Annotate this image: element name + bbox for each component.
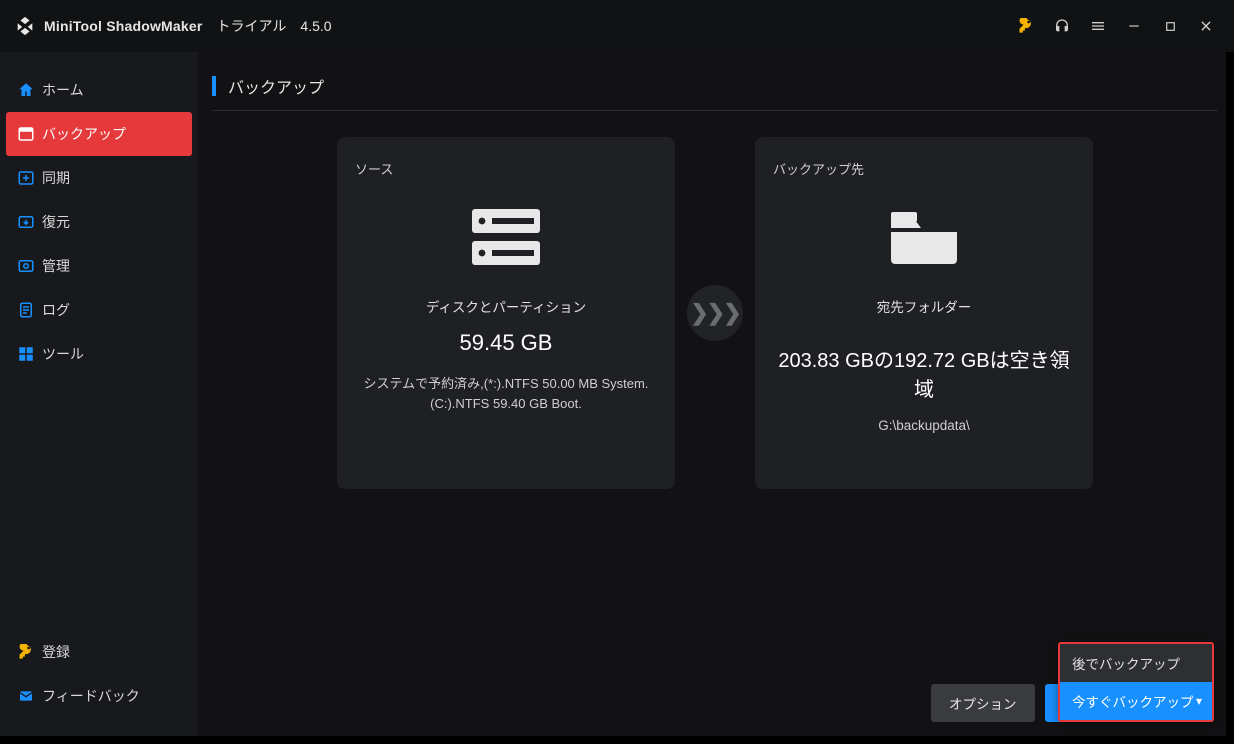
app-trial-label: トライアル [217, 16, 287, 36]
page-title: バックアップ [228, 74, 324, 98]
sidebar: ホーム バックアップ 同期 復元 管理 ログ ツール [0, 52, 198, 736]
sidebar-item-tools[interactable]: ツール [0, 332, 198, 376]
sync-icon [16, 169, 36, 187]
sidebar-item-label: ツール [42, 344, 84, 364]
sidebar-item-feedback[interactable]: フィードバック [0, 674, 198, 718]
app-icon [14, 15, 36, 37]
restore-icon [16, 213, 36, 231]
sidebar-item-label: フィードバック [42, 686, 140, 706]
arrow-icon: ❯❯❯ [687, 285, 743, 341]
titlebar: MiniTool ShadowMaker トライアル 4.5.0 [0, 0, 1234, 52]
sidebar-item-sync[interactable]: 同期 [0, 156, 198, 200]
close-icon[interactable] [1192, 12, 1220, 40]
destination-subtitle: 宛先フォルダー [773, 296, 1075, 316]
key-icon [16, 644, 36, 660]
minimize-icon[interactable] [1120, 12, 1148, 40]
destination-path: G:\backupdata\ [773, 418, 1075, 433]
key-icon[interactable] [1012, 12, 1040, 40]
home-icon [16, 81, 36, 99]
destination-space: 203.83 GBの192.72 GBは空き領域 [773, 344, 1075, 402]
source-size: 59.45 GB [355, 330, 657, 356]
source-card[interactable]: ソース ディスクとパーティション 59.45 GB システムで予約済み,(*:)… [337, 137, 675, 489]
app-title: MiniTool ShadowMaker [44, 18, 203, 34]
mail-icon [16, 688, 36, 704]
sidebar-item-label: 登録 [42, 642, 70, 662]
log-icon [16, 301, 36, 319]
sidebar-item-label: 復元 [42, 212, 70, 232]
app-logo: MiniTool ShadowMaker トライアル 4.5.0 [14, 15, 332, 37]
source-label: ソース [355, 159, 657, 178]
folder-icon [773, 200, 1075, 274]
destination-card[interactable]: バックアップ先 宛先フォルダー 203.83 GBの192.72 GBは空き領域… [755, 137, 1093, 489]
backup-cards: ソース ディスクとパーティション 59.45 GB システムで予約済み,(*:)… [212, 137, 1218, 489]
sidebar-item-label: 同期 [42, 168, 70, 188]
sidebar-item-register[interactable]: 登録 [0, 630, 198, 674]
tools-icon [16, 345, 36, 363]
options-button[interactable]: オプション [931, 684, 1035, 722]
destination-label: バックアップ先 [773, 159, 1075, 178]
backup-now-option[interactable]: 今すぐバックアップ [1060, 682, 1212, 720]
sidebar-item-backup[interactable]: バックアップ [6, 112, 192, 156]
backup-icon [16, 125, 36, 143]
menu-icon[interactable] [1084, 12, 1112, 40]
sidebar-item-log[interactable]: ログ [0, 288, 198, 332]
headphones-icon[interactable] [1048, 12, 1076, 40]
sidebar-item-manage[interactable]: 管理 [0, 244, 198, 288]
app-version: 4.5.0 [300, 18, 331, 34]
backup-later-option[interactable]: 後でバックアップ [1060, 644, 1212, 682]
main: バックアップ ソース ディスクとパーティション 59.45 GB システムで予約… [198, 52, 1226, 736]
backup-dropdown: 後でバックアップ 今すぐバックアップ [1058, 642, 1214, 722]
sidebar-item-home[interactable]: ホーム [0, 68, 198, 112]
sidebar-item-label: バックアップ [42, 124, 126, 144]
sidebar-item-restore[interactable]: 復元 [0, 200, 198, 244]
sidebar-item-label: 管理 [42, 256, 70, 276]
maximize-icon[interactable] [1156, 12, 1184, 40]
header-accent-bar [212, 76, 216, 96]
manage-icon [16, 257, 36, 275]
page-header: バックアップ [212, 74, 1218, 111]
sidebar-item-label: ホーム [42, 80, 84, 100]
source-subtitle: ディスクとパーティション [355, 296, 657, 316]
source-detail: システムで予約済み,(*:).NTFS 50.00 MB System.(C:)… [355, 374, 657, 413]
disks-icon [355, 200, 657, 274]
sidebar-item-label: ログ [42, 300, 70, 320]
